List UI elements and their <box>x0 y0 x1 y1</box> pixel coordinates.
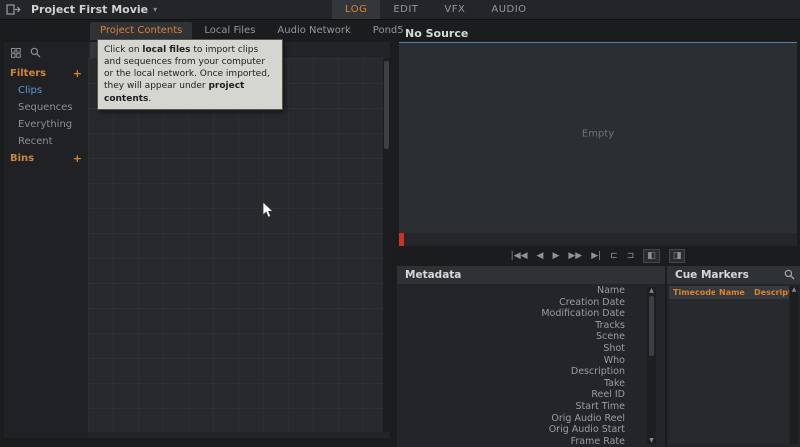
top-bar: Project First Movie ▾ LOG EDIT VFX AUDIO <box>0 0 800 20</box>
goto-start-icon[interactable]: |◀◀ <box>511 251 528 261</box>
metadata-title: Metadata <box>405 269 461 281</box>
search-icon[interactable] <box>30 47 41 58</box>
exit-project-button[interactable] <box>6 4 21 15</box>
source-viewer-header: No Source <box>399 24 797 43</box>
play-icon[interactable]: ▶ <box>552 251 559 261</box>
tile-view-icon[interactable] <box>11 48 21 58</box>
cue-column-description[interactable]: Description <box>750 288 789 297</box>
metadata-field-label: Name <box>397 285 627 297</box>
metadata-scrollbar[interactable]: ▲ ▼ <box>647 287 656 444</box>
scroll-down-icon[interactable]: ▼ <box>647 437 656 444</box>
app-window: Project First Movie ▾ LOG EDIT VFX AUDIO… <box>0 0 800 447</box>
tooltip-text: Click on <box>104 45 142 55</box>
add-filter-button[interactable]: + <box>73 69 82 79</box>
metadata-field-label: Start Time <box>397 401 627 413</box>
tab-audio-network[interactable]: Audio Network <box>267 22 360 40</box>
bin-scrollbar[interactable] <box>383 58 390 432</box>
cue-scrollbar[interactable]: ▲ <box>790 286 798 444</box>
tooltip-bold-local-files: local files <box>142 45 190 55</box>
sidebar-toolbar <box>4 42 88 65</box>
room-tabs: LOG EDIT VFX AUDIO <box>332 0 540 19</box>
mark-out-icon[interactable]: ⊐ <box>627 251 635 261</box>
cue-markers-list[interactable] <box>669 299 789 444</box>
cue-markers-header: Cue Markers <box>667 266 800 284</box>
metadata-field-list: Name Creation Date Modification Date Tra… <box>397 285 627 447</box>
project-menu-caret-icon[interactable]: ▾ <box>153 5 157 14</box>
metadata-field-label: Who <box>397 355 627 367</box>
fast-forward-icon[interactable]: ▶▶ <box>568 251 582 261</box>
play-reverse-icon[interactable]: ◀ <box>537 251 544 261</box>
metadata-field-label: Frame Rate <box>397 436 627 447</box>
metadata-panel: Metadata Name Creation Date Modification… <box>397 266 665 447</box>
insert-edit-button[interactable]: ◧ <box>643 249 660 263</box>
goto-end-icon[interactable]: ▶| <box>591 251 601 261</box>
tab-vfx[interactable]: VFX <box>431 0 478 19</box>
project-title: Project First Movie <box>31 3 148 16</box>
tab-edit[interactable]: EDIT <box>380 0 431 19</box>
replace-edit-button[interactable]: ◨ <box>669 249 686 263</box>
clip-grid[interactable] <box>88 58 383 432</box>
source-viewer[interactable]: Empty <box>399 43 797 233</box>
cue-search-icon[interactable] <box>784 269 795 280</box>
scroll-up-icon[interactable]: ▲ <box>647 287 656 294</box>
metadata-field-label: Take <box>397 378 627 390</box>
source-title: No Source <box>405 27 468 40</box>
bins-section-header: Bins + <box>4 150 88 167</box>
tab-log[interactable]: LOG <box>332 0 380 19</box>
cue-markers-title: Cue Markers <box>675 269 749 281</box>
metadata-field-label: Orig Audio Start <box>397 424 627 436</box>
metadata-field-label: Orig Audio Reel <box>397 413 627 425</box>
exit-icon <box>6 4 21 15</box>
metadata-panel-header: Metadata <box>397 266 665 284</box>
import-hint-tooltip: Click on local files to import clips and… <box>97 39 283 110</box>
tab-project-contents[interactable]: Project Contents <box>90 22 192 40</box>
sidebar-item-everything[interactable]: Everything <box>4 116 88 133</box>
scroll-up-icon[interactable]: ▲ <box>790 286 798 293</box>
mark-in-icon[interactable]: ⊏ <box>610 251 618 261</box>
mouse-cursor <box>262 201 274 223</box>
cue-column-name[interactable]: Name <box>715 288 750 297</box>
metadata-field-label: Description <box>397 366 627 378</box>
metadata-field-label: Shot <box>397 343 627 355</box>
cue-markers-panel: Cue Markers Timecode Name Description ▲ <box>667 266 800 447</box>
filters-section-header: Filters + <box>4 65 88 82</box>
metadata-field-label: Creation Date <box>397 297 627 309</box>
viewer-timeline-strip[interactable] <box>399 233 797 246</box>
metadata-field-label: Scene <box>397 331 627 343</box>
transport-controls: |◀◀ ◀ ▶ ▶▶ ▶| ⊏ ⊐ ◧ ◨ <box>399 246 797 266</box>
bins-section-label: Bins <box>10 153 34 164</box>
add-bin-button[interactable]: + <box>73 154 82 164</box>
metadata-field-label: Tracks <box>397 320 627 332</box>
tooltip-text: . <box>148 94 151 104</box>
playhead-marker[interactable] <box>399 233 404 246</box>
sidebar-item-recent[interactable]: Recent <box>4 133 88 150</box>
metadata-field-label: Modification Date <box>397 308 627 320</box>
sidebar-item-clips[interactable]: Clips <box>4 82 88 99</box>
bin-scrollbar-thumb[interactable] <box>384 61 389 149</box>
metadata-field-label: Reel ID <box>397 389 627 401</box>
filter-sidebar: Filters + Clips Sequences Everything Rec… <box>4 42 88 438</box>
tab-audio[interactable]: AUDIO <box>478 0 539 19</box>
filters-section-label: Filters <box>10 68 46 79</box>
viewer-empty-label: Empty <box>582 129 614 140</box>
tab-local-files[interactable]: Local Files <box>194 22 265 40</box>
cue-table-header: Timecode Name Description <box>669 286 789 299</box>
cue-column-timecode[interactable]: Timecode <box>669 288 715 297</box>
content-tabs: Project Contents Local Files Audio Netwo… <box>90 22 414 40</box>
sidebar-item-sequences[interactable]: Sequences <box>4 99 88 116</box>
metadata-scrollbar-thumb[interactable] <box>649 296 654 356</box>
